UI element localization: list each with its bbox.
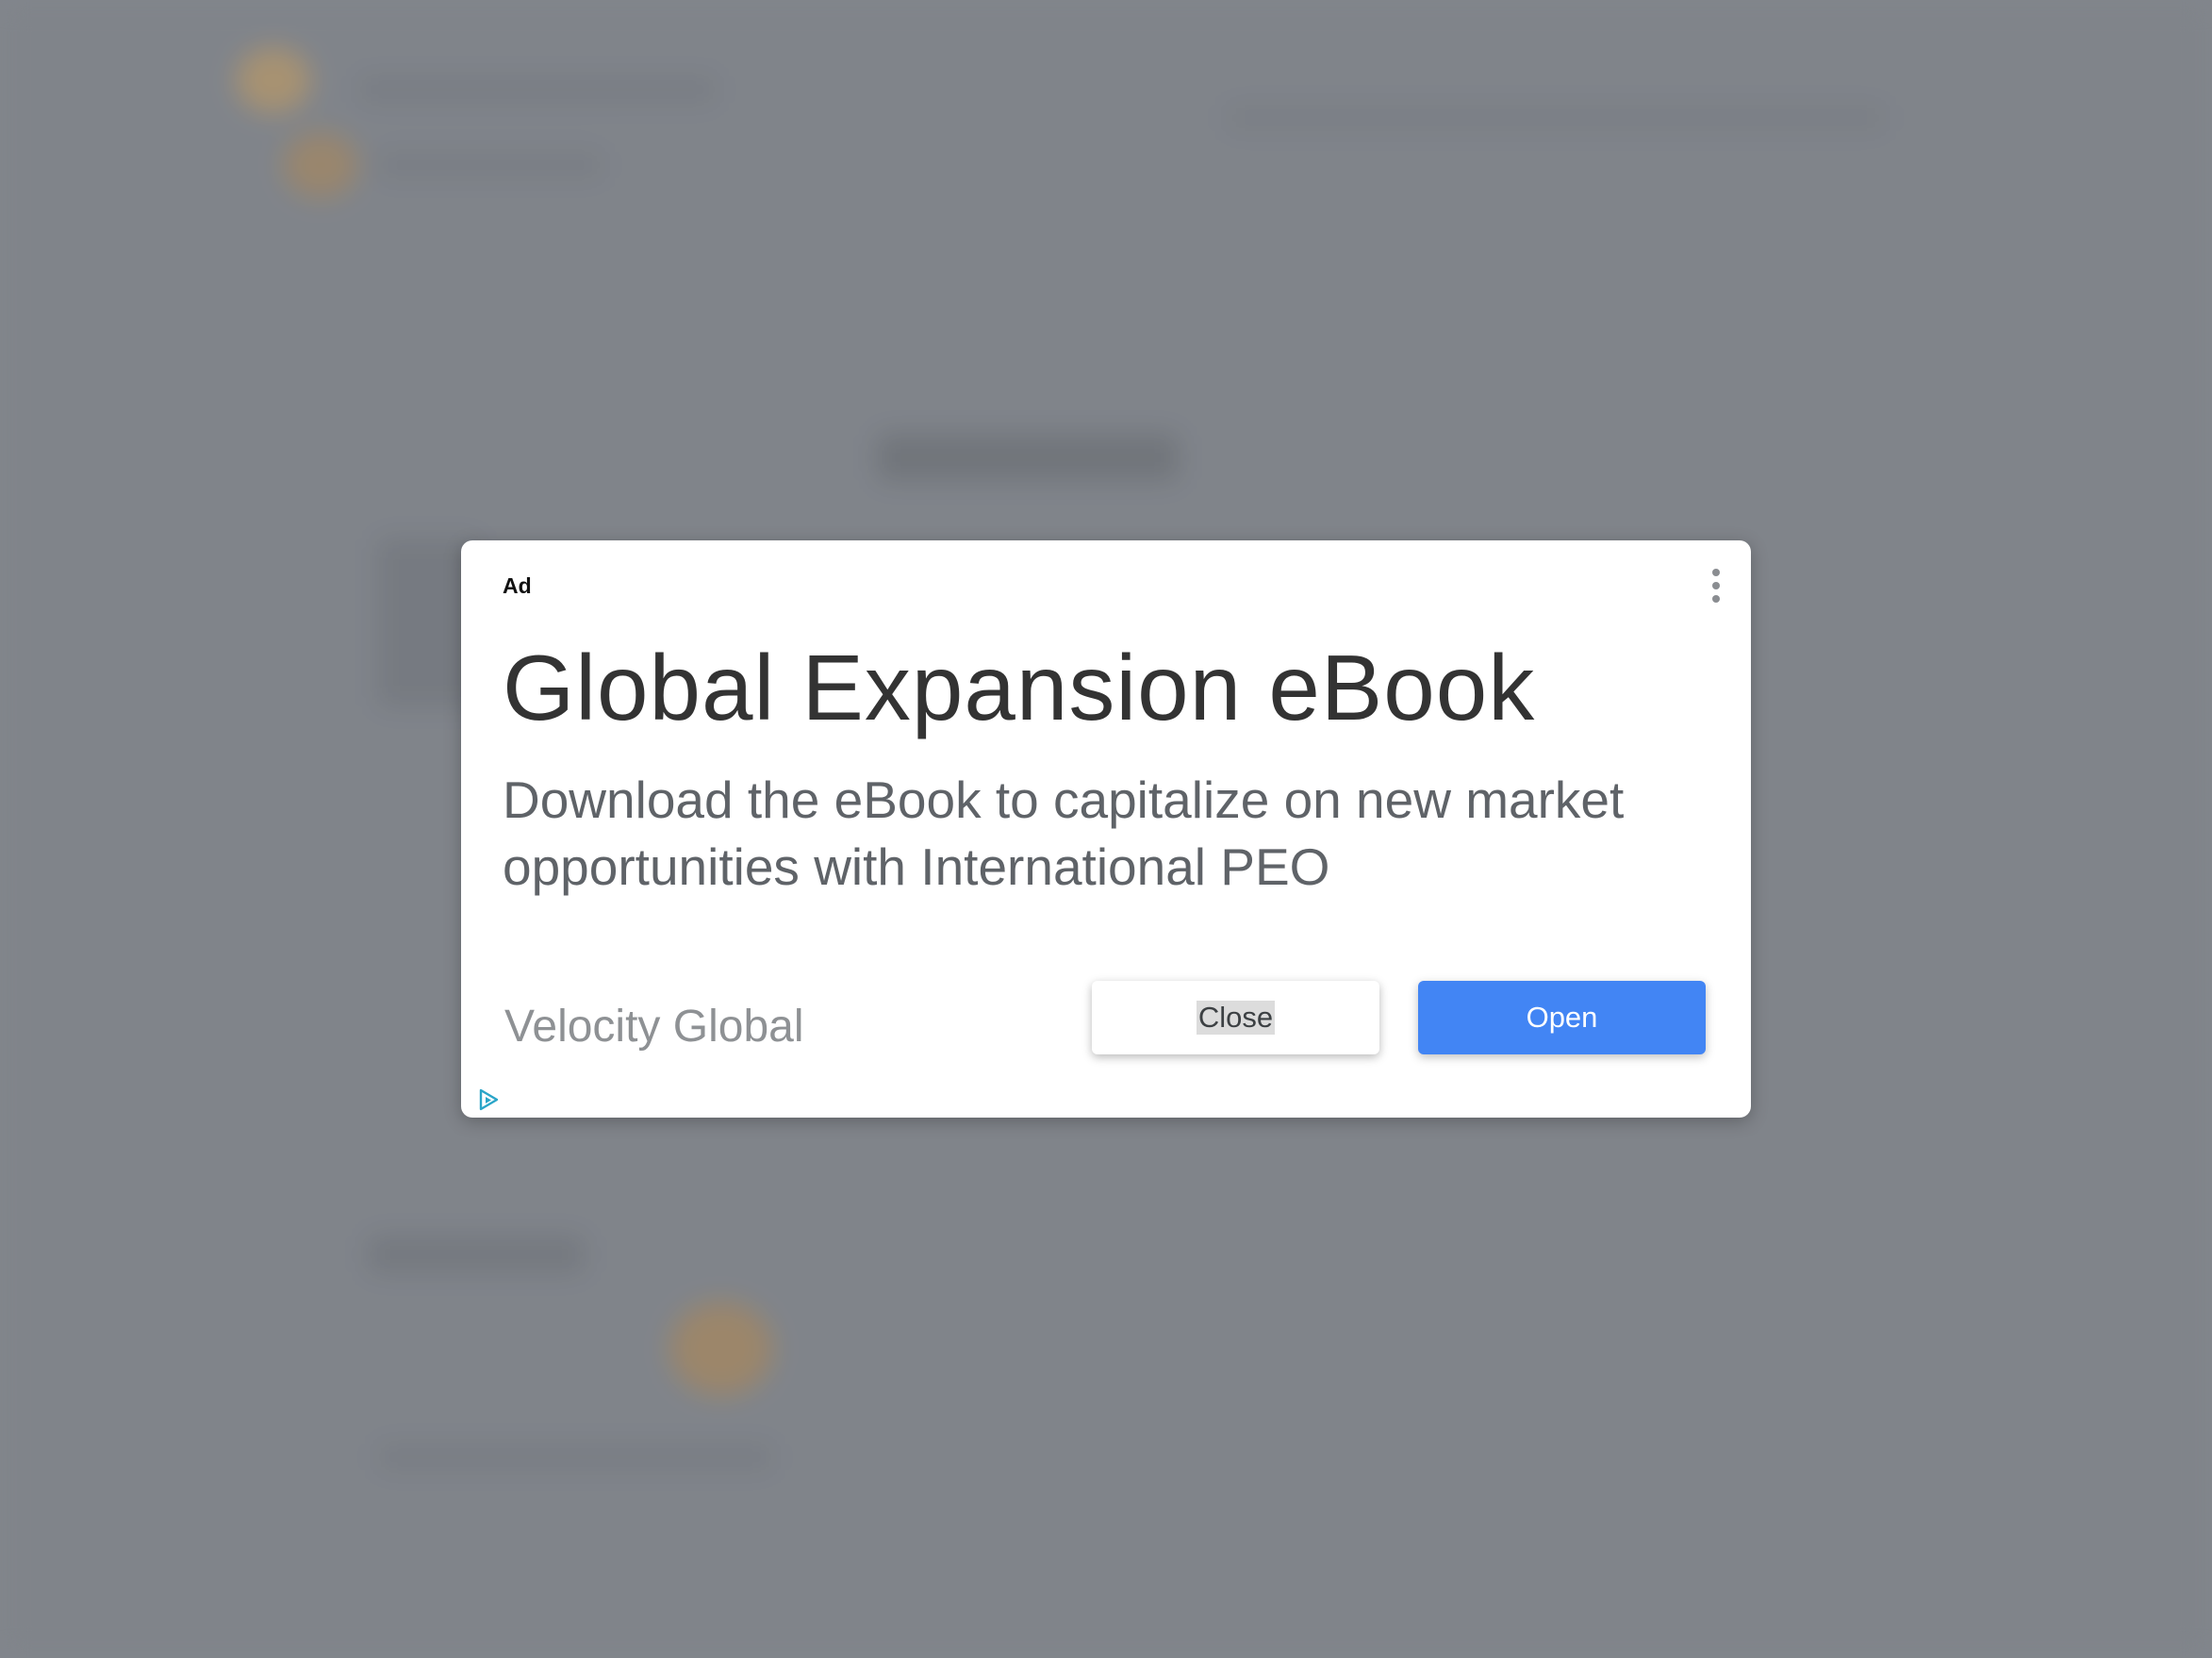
menu-dot xyxy=(1712,569,1720,576)
close-button-label: Close xyxy=(1196,1001,1276,1035)
menu-dot xyxy=(1712,595,1720,603)
ad-headline[interactable]: Global Expansion eBook xyxy=(503,635,1535,741)
ad-label: Ad xyxy=(503,573,532,598)
close-button[interactable]: Close xyxy=(1092,981,1379,1054)
open-button-label: Open xyxy=(1526,1001,1598,1034)
more-vert-icon[interactable] xyxy=(1709,569,1723,603)
adchoices-icon[interactable] xyxy=(476,1087,501,1112)
ad-description[interactable]: Download the eBook to capitalize on new … xyxy=(503,767,1719,901)
interstitial-ad-card[interactable]: Ad Global Expansion eBook Download the e… xyxy=(461,540,1751,1118)
advertiser-name[interactable]: Velocity Global xyxy=(504,1001,804,1053)
open-button[interactable]: Open xyxy=(1418,981,1706,1054)
menu-dot xyxy=(1712,582,1720,589)
